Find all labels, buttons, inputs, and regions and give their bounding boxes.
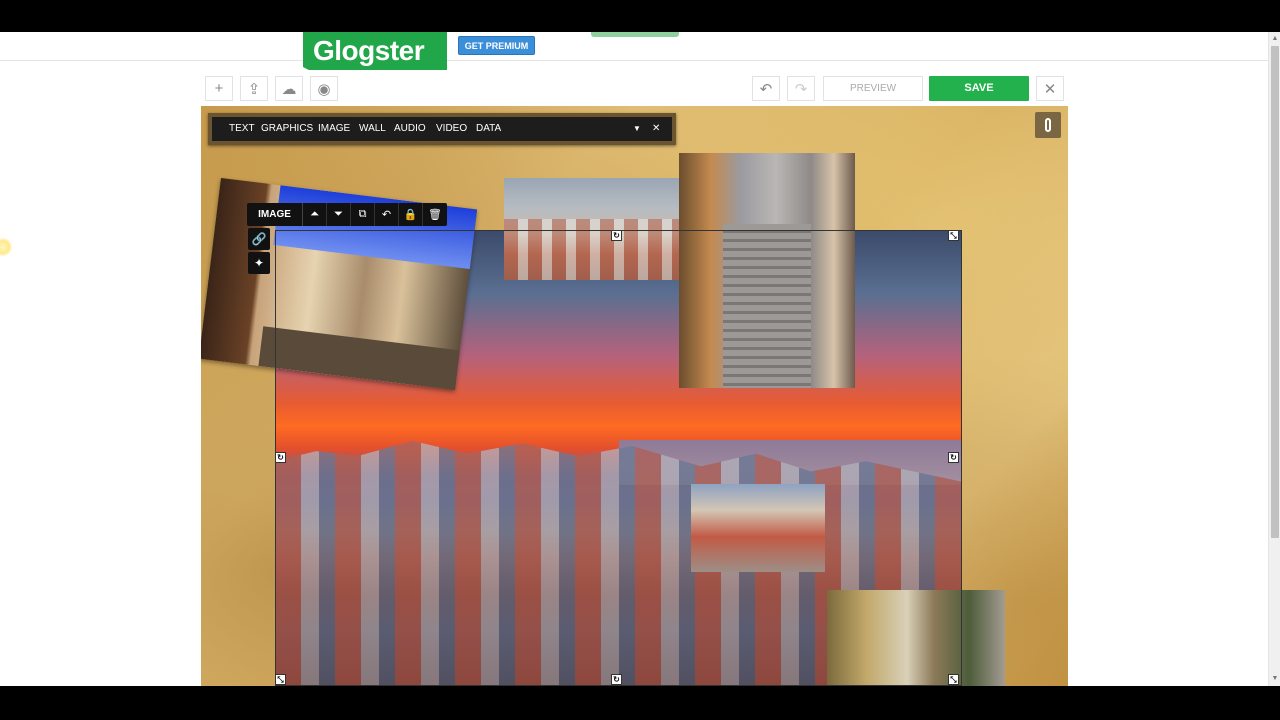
browser-viewport: Glogster GET PREMIUM + ⇪ ☁ ◉ ↶ ↷ PREVIEW… bbox=[0, 32, 1280, 686]
resize-handle-top-right[interactable]: ⤡ bbox=[948, 230, 959, 241]
plus-icon: + bbox=[214, 80, 224, 97]
close-icon: ✕ bbox=[1043, 80, 1057, 98]
rotate-handle-top[interactable]: ↻ bbox=[611, 230, 622, 241]
scrollbar-thumb[interactable] bbox=[1271, 46, 1279, 538]
copy-button[interactable]: ⧉ bbox=[351, 203, 375, 226]
paperclip-icon[interactable] bbox=[1035, 112, 1061, 138]
menu-item-graphics[interactable]: GRAPHICS bbox=[261, 117, 313, 141]
lock-icon: 🔒 bbox=[403, 209, 418, 221]
glogster-logo[interactable]: Glogster bbox=[303, 32, 447, 70]
rotate-handle-right[interactable]: ↻ bbox=[948, 452, 959, 463]
move-up-button[interactable]: ⏶ bbox=[303, 203, 327, 226]
menu-item-wall[interactable]: WALL bbox=[359, 117, 386, 141]
notification-tab bbox=[591, 32, 679, 37]
resize-handle-bottom-left[interactable]: ⤡ bbox=[275, 674, 286, 685]
link-icon: 🔗 bbox=[251, 232, 267, 246]
undo-button[interactable]: ↶ bbox=[752, 76, 780, 101]
copy-icon: ⧉ bbox=[358, 208, 367, 220]
move-up-icon: ⏶ bbox=[310, 208, 319, 220]
camera-button[interactable]: ◉ bbox=[310, 76, 338, 101]
image-toolbar-label: IMAGE bbox=[247, 203, 303, 226]
menu-close-icon[interactable]: ✕ bbox=[652, 117, 660, 141]
preview-button[interactable]: PREVIEW bbox=[823, 76, 923, 101]
lock-button[interactable]: 🔒 bbox=[399, 203, 423, 226]
stairs-street-photo[interactable] bbox=[679, 153, 855, 388]
menu-dropdown-icon[interactable]: ▼ bbox=[633, 117, 641, 141]
menu-item-text[interactable]: TEXT bbox=[229, 117, 255, 141]
image-toolbar: IMAGE ⏶ ⏷ ⧉ ↶ 🔒 🗑 bbox=[247, 203, 447, 226]
camera-icon: ◉ bbox=[317, 80, 331, 98]
photo-sky bbox=[273, 185, 478, 270]
move-down-button[interactable]: ⏷ bbox=[327, 203, 351, 226]
move-down-icon: ⏷ bbox=[334, 208, 343, 220]
glog-canvas[interactable]: ⤡ ↻ ↻ ↻ ⤡ ↻ ⤡ IMAGE ⏶ ⏷ ⧉ ↶ 🔒 🗑 🔗 ✦ TEXT… bbox=[201, 106, 1068, 686]
upload-button[interactable]: ☁ bbox=[275, 76, 303, 101]
city-panorama-photo[interactable] bbox=[504, 178, 686, 280]
close-editor-button[interactable]: ✕ bbox=[1036, 76, 1064, 101]
vertical-scrollbar[interactable]: ▲ ▼ bbox=[1268, 32, 1280, 686]
share-button[interactable]: ⇪ bbox=[240, 76, 268, 101]
cursor-highlight bbox=[0, 238, 12, 256]
add-button[interactable]: + bbox=[205, 76, 233, 101]
cloud-upload-icon: ☁ bbox=[281, 80, 297, 98]
menu-item-audio[interactable]: AUDIO bbox=[394, 117, 426, 141]
link-button[interactable]: 🔗 bbox=[248, 228, 270, 250]
save-button[interactable]: SAVE bbox=[929, 76, 1029, 101]
rotate-handle-bottom[interactable]: ↻ bbox=[611, 674, 622, 685]
undo-icon: ↶ bbox=[381, 209, 392, 221]
bottom-black-bar bbox=[0, 686, 1280, 720]
delete-button[interactable]: 🗑 bbox=[423, 203, 447, 226]
magic-wand-icon: ✦ bbox=[253, 256, 265, 270]
share-icon: ⇪ bbox=[247, 80, 261, 98]
insert-menu-bar: TEXT GRAPHICS IMAGE WALL AUDIO VIDEO DAT… bbox=[208, 113, 676, 145]
scroll-up-icon[interactable]: ▲ bbox=[1271, 34, 1279, 44]
undo-icon: ↶ bbox=[759, 80, 773, 98]
undo-image-button[interactable]: ↶ bbox=[375, 203, 399, 226]
get-premium-button[interactable]: GET PREMIUM bbox=[458, 36, 535, 55]
town-square-photo[interactable] bbox=[691, 484, 825, 572]
redo-icon: ↷ bbox=[794, 80, 808, 98]
effects-button[interactable]: ✦ bbox=[248, 252, 270, 274]
redo-button[interactable]: ↷ bbox=[787, 76, 815, 101]
alley-photo[interactable] bbox=[827, 590, 1005, 686]
trash-icon: 🗑 bbox=[428, 209, 442, 221]
resize-handle-bottom-right[interactable]: ⤡ bbox=[948, 674, 959, 685]
header-divider bbox=[0, 60, 1268, 61]
menu-item-data[interactable]: DATA bbox=[476, 117, 501, 141]
scroll-down-icon[interactable]: ▼ bbox=[1271, 674, 1279, 684]
menu-item-video[interactable]: VIDEO bbox=[436, 117, 467, 141]
menu-item-image[interactable]: IMAGE bbox=[318, 117, 350, 141]
rotate-handle-left[interactable]: ↻ bbox=[275, 452, 286, 463]
